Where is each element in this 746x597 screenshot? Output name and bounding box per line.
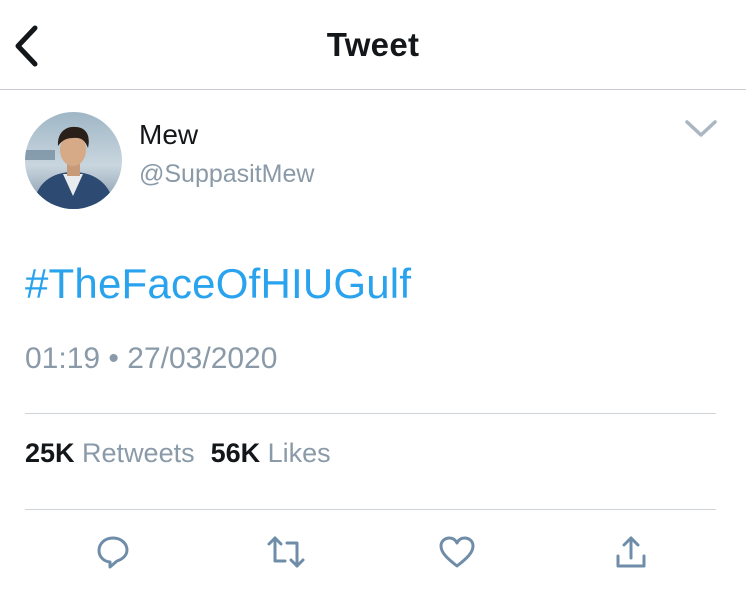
tweet-timestamp: 01:19 • 27/03/2020 [25,342,277,376]
share-icon [616,536,646,568]
retweet-button[interactable] [266,532,306,572]
retweet-icon [267,536,305,568]
divider [25,413,716,414]
author-name[interactable]: Mew [139,119,198,151]
retweets-stat[interactable]: 25K Retweets [25,438,195,469]
reply-button[interactable] [93,532,133,572]
like-button[interactable] [437,532,477,572]
tweet-time: 01:19 [25,342,101,375]
tweet-stats: 25K Retweets 56K Likes [25,438,331,469]
timestamp-separator: • [108,342,119,375]
hashtag-link[interactable]: #TheFaceOfHIUGulf [25,260,411,308]
reply-icon [97,536,129,569]
author-handle[interactable]: @SuppasitMew [139,160,314,189]
page-title: Tweet [326,26,420,63]
likes-count: 56K [210,438,261,468]
like-icon [439,536,475,568]
chevron-down-icon [685,120,717,137]
share-button[interactable] [611,532,651,572]
tweet-menu-button[interactable] [682,116,720,142]
retweets-label: Retweets [82,438,195,468]
likes-label: Likes [267,438,331,468]
tweet-date: 27/03/2020 [127,342,278,375]
likes-stat[interactable]: 56K Likes [211,438,331,469]
app-header: Tweet [0,0,746,90]
profile-photo [25,112,122,209]
retweets-count: 25K [25,438,75,468]
divider [25,509,716,510]
avatar[interactable] [25,112,122,209]
